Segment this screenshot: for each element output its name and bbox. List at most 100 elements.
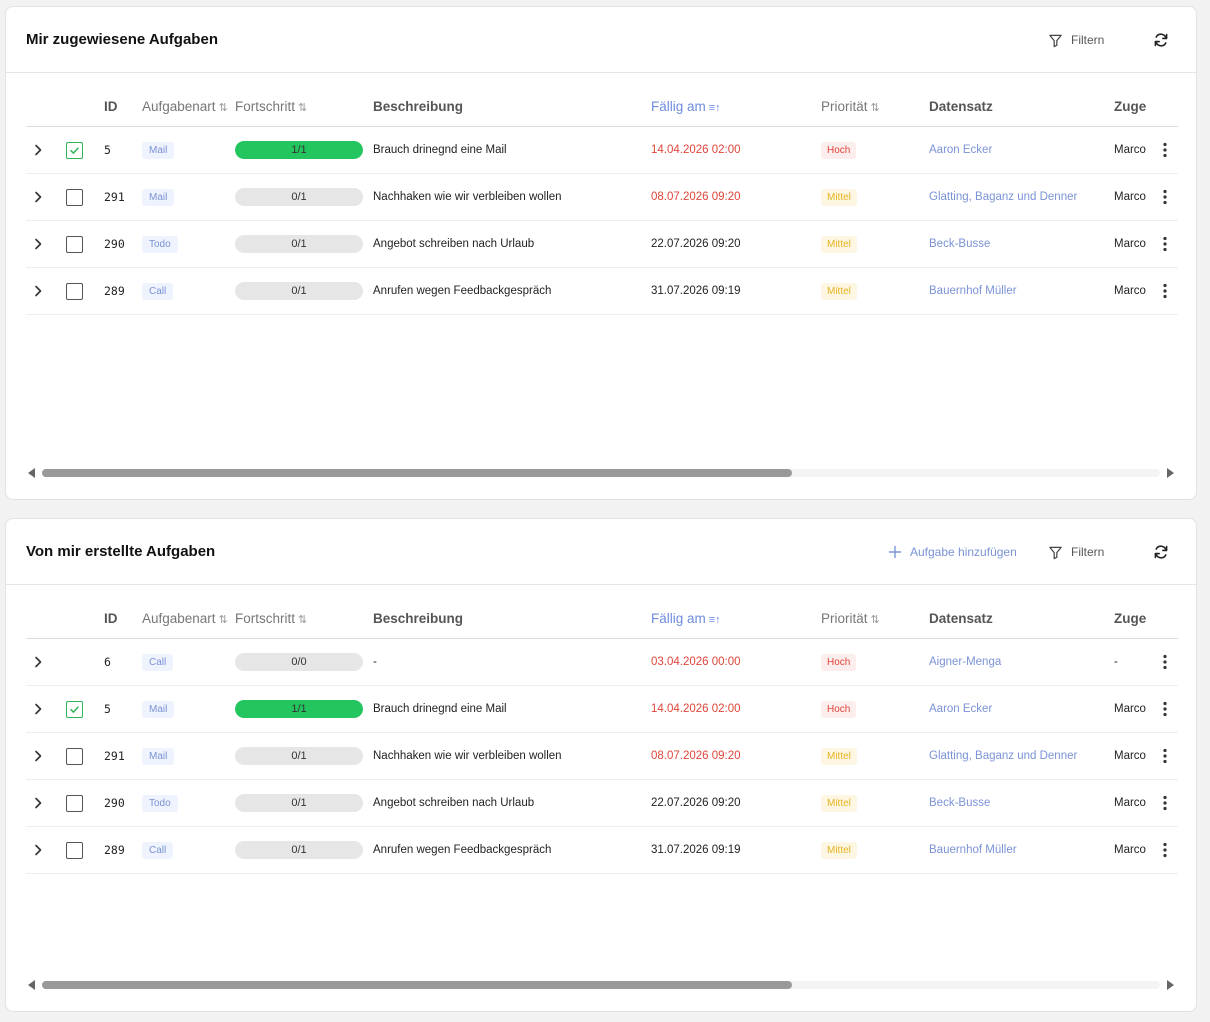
scroll-left-arrow[interactable]	[28, 468, 35, 478]
column-header-progress[interactable]: Fortschritt ⇅	[235, 89, 307, 127]
dataset-link[interactable]: Beck-Busse	[929, 797, 990, 809]
scroll-thumb[interactable]	[42, 469, 792, 477]
dataset-link[interactable]: Bauernhof Müller	[929, 844, 1017, 856]
more-vertical-icon[interactable]	[1157, 141, 1173, 159]
table-row[interactable]: 290 Todo 0/1 Angebot schreiben nach Urlaub 2…	[26, 221, 1178, 268]
assignee-name: Marco	[1114, 844, 1146, 856]
dataset-link[interactable]: Aaron Ecker	[929, 144, 992, 156]
dataset-link[interactable]: Aaron Ecker	[929, 703, 992, 715]
row-checkbox[interactable]	[66, 235, 83, 253]
table-row[interactable]: 291 Mail 0/1 Nachhaken wie wir verbleiben w…	[26, 733, 1178, 780]
row-checkbox[interactable]	[66, 841, 83, 859]
row-checkbox[interactable]	[66, 794, 83, 812]
column-header-due[interactable]: Fällig am ≡↑	[651, 89, 721, 127]
table-row[interactable]: 5 Mail 1/1 Brauch drinegnd eine Mail 14.04.2…	[26, 686, 1178, 733]
row-checkbox[interactable]	[66, 282, 83, 300]
assignee-name: Marco	[1114, 750, 1146, 762]
scroll-right-arrow[interactable]	[1167, 980, 1174, 990]
due-date: 14.04.2026 02:00	[651, 703, 741, 715]
scroll-track[interactable]	[42, 469, 1160, 477]
refresh-icon[interactable]	[1152, 31, 1170, 49]
more-vertical-icon[interactable]	[1157, 282, 1173, 300]
due-date: 03.04.2026 00:00	[651, 656, 741, 668]
progress-bar: 0/1	[235, 235, 363, 253]
column-header-dataset[interactable]: Datensatz	[929, 601, 993, 639]
scroll-track[interactable]	[42, 981, 1160, 989]
chevron-right-icon[interactable]	[30, 189, 46, 205]
progress-label: 0/1	[291, 844, 307, 856]
sort-ascending-icon[interactable]: ≡↑	[709, 614, 721, 626]
table-row[interactable]: 289 Call 0/1 Anrufen wegen Feedbackgespräch…	[26, 827, 1178, 874]
row-checkbox[interactable]	[66, 188, 83, 206]
sort-icon[interactable]: ⇅	[219, 102, 228, 114]
column-header-type[interactable]: Aufgabenart ⇅	[142, 89, 235, 127]
table-row[interactable]: 5 Mail 1/1 Brauch drinegnd eine Mail 14.04.2…	[26, 127, 1178, 174]
column-header-assignee[interactable]: Zuge	[1114, 89, 1148, 127]
dataset-link[interactable]: Aigner-Menga	[929, 656, 1001, 668]
row-checkbox[interactable]	[66, 141, 83, 159]
sort-icon[interactable]: ⇅	[219, 614, 228, 626]
column-header-description[interactable]: Beschreibung	[373, 89, 463, 127]
column-header-priority[interactable]: Priorität ⇅	[821, 601, 880, 639]
add-task-button[interactable]: Aufgabe hinzufügen	[888, 519, 1017, 585]
column-header-priority[interactable]: Priorität ⇅	[821, 89, 880, 127]
progress-bar: 1/1	[235, 700, 363, 718]
dataset-link[interactable]: Bauernhof Müller	[929, 285, 1017, 297]
dataset-link[interactable]: Glatting, Baganz und Denner	[929, 750, 1077, 762]
more-vertical-icon[interactable]	[1157, 794, 1173, 812]
sort-icon[interactable]: ⇅	[298, 614, 307, 626]
column-header-assignee[interactable]: Zuge	[1114, 601, 1148, 639]
table-row[interactable]: 6 Call 0/0 - 03.04.2026 00:00 Hoch Aigner-Meng…	[26, 639, 1178, 686]
task-id: 289	[104, 284, 125, 298]
created-tasks-card: Von mir erstellte Aufgaben Aufgabe hinzu…	[5, 518, 1197, 1012]
table-row[interactable]: 289 Call 0/1 Anrufen wegen Feedbackgespräch…	[26, 268, 1178, 315]
task-type-badge: Mail	[142, 747, 175, 765]
dataset-link[interactable]: Beck-Busse	[929, 238, 990, 250]
assigned-tasks-header: Mir zugewiesene Aufgaben Filtern	[6, 7, 1196, 73]
chevron-right-icon[interactable]	[30, 283, 46, 299]
row-checkbox[interactable]	[66, 747, 83, 765]
task-description: Anrufen wegen Feedbackgespräch	[373, 844, 552, 856]
progress-label: 1/1	[291, 703, 307, 715]
progress-bar: 0/0	[235, 653, 363, 671]
horizontal-scrollbar[interactable]	[28, 980, 1174, 990]
priority-badge: Hoch	[821, 700, 857, 718]
column-header-id[interactable]: ID	[104, 601, 118, 639]
refresh-icon[interactable]	[1152, 543, 1170, 561]
chevron-right-icon[interactable]	[30, 842, 46, 858]
column-header-progress[interactable]: Fortschritt ⇅	[235, 601, 307, 639]
scroll-thumb[interactable]	[42, 981, 792, 989]
chevron-right-icon[interactable]	[30, 701, 46, 717]
assignee-name: Marco	[1114, 238, 1146, 250]
column-header-description[interactable]: Beschreibung	[373, 601, 463, 639]
chevron-right-icon[interactable]	[30, 748, 46, 764]
column-header-dataset[interactable]: Datensatz	[929, 89, 993, 127]
chevron-right-icon[interactable]	[30, 795, 46, 811]
chevron-right-icon[interactable]	[30, 654, 46, 670]
more-vertical-icon[interactable]	[1157, 188, 1173, 206]
scroll-right-arrow[interactable]	[1167, 468, 1174, 478]
more-vertical-icon[interactable]	[1157, 653, 1173, 671]
sort-icon[interactable]: ⇅	[298, 102, 307, 114]
sort-icon[interactable]: ⇅	[871, 102, 880, 114]
sort-ascending-icon[interactable]: ≡↑	[709, 102, 721, 114]
more-vertical-icon[interactable]	[1157, 747, 1173, 765]
due-date: 31.07.2026 09:19	[651, 285, 741, 297]
sort-icon[interactable]: ⇅	[871, 614, 880, 626]
table-row[interactable]: 291 Mail 0/1 Nachhaken wie wir verbleiben w…	[26, 174, 1178, 221]
chevron-right-icon[interactable]	[30, 142, 46, 158]
row-checkbox[interactable]	[66, 700, 83, 718]
column-header-type[interactable]: Aufgabenart ⇅	[142, 601, 235, 639]
scroll-left-arrow[interactable]	[28, 980, 35, 990]
created-filter-button[interactable]: Filtern	[1048, 519, 1104, 585]
more-vertical-icon[interactable]	[1157, 700, 1173, 718]
column-header-id[interactable]: ID	[104, 89, 118, 127]
more-vertical-icon[interactable]	[1157, 235, 1173, 253]
dataset-link[interactable]: Glatting, Baganz und Denner	[929, 191, 1077, 203]
table-row[interactable]: 290 Todo 0/1 Angebot schreiben nach Urlaub 2…	[26, 780, 1178, 827]
column-header-due[interactable]: Fällig am ≡↑	[651, 601, 721, 639]
more-vertical-icon[interactable]	[1157, 841, 1173, 859]
chevron-right-icon[interactable]	[30, 236, 46, 252]
assigned-filter-button[interactable]: Filtern	[1048, 7, 1104, 73]
horizontal-scrollbar[interactable]	[28, 468, 1174, 478]
